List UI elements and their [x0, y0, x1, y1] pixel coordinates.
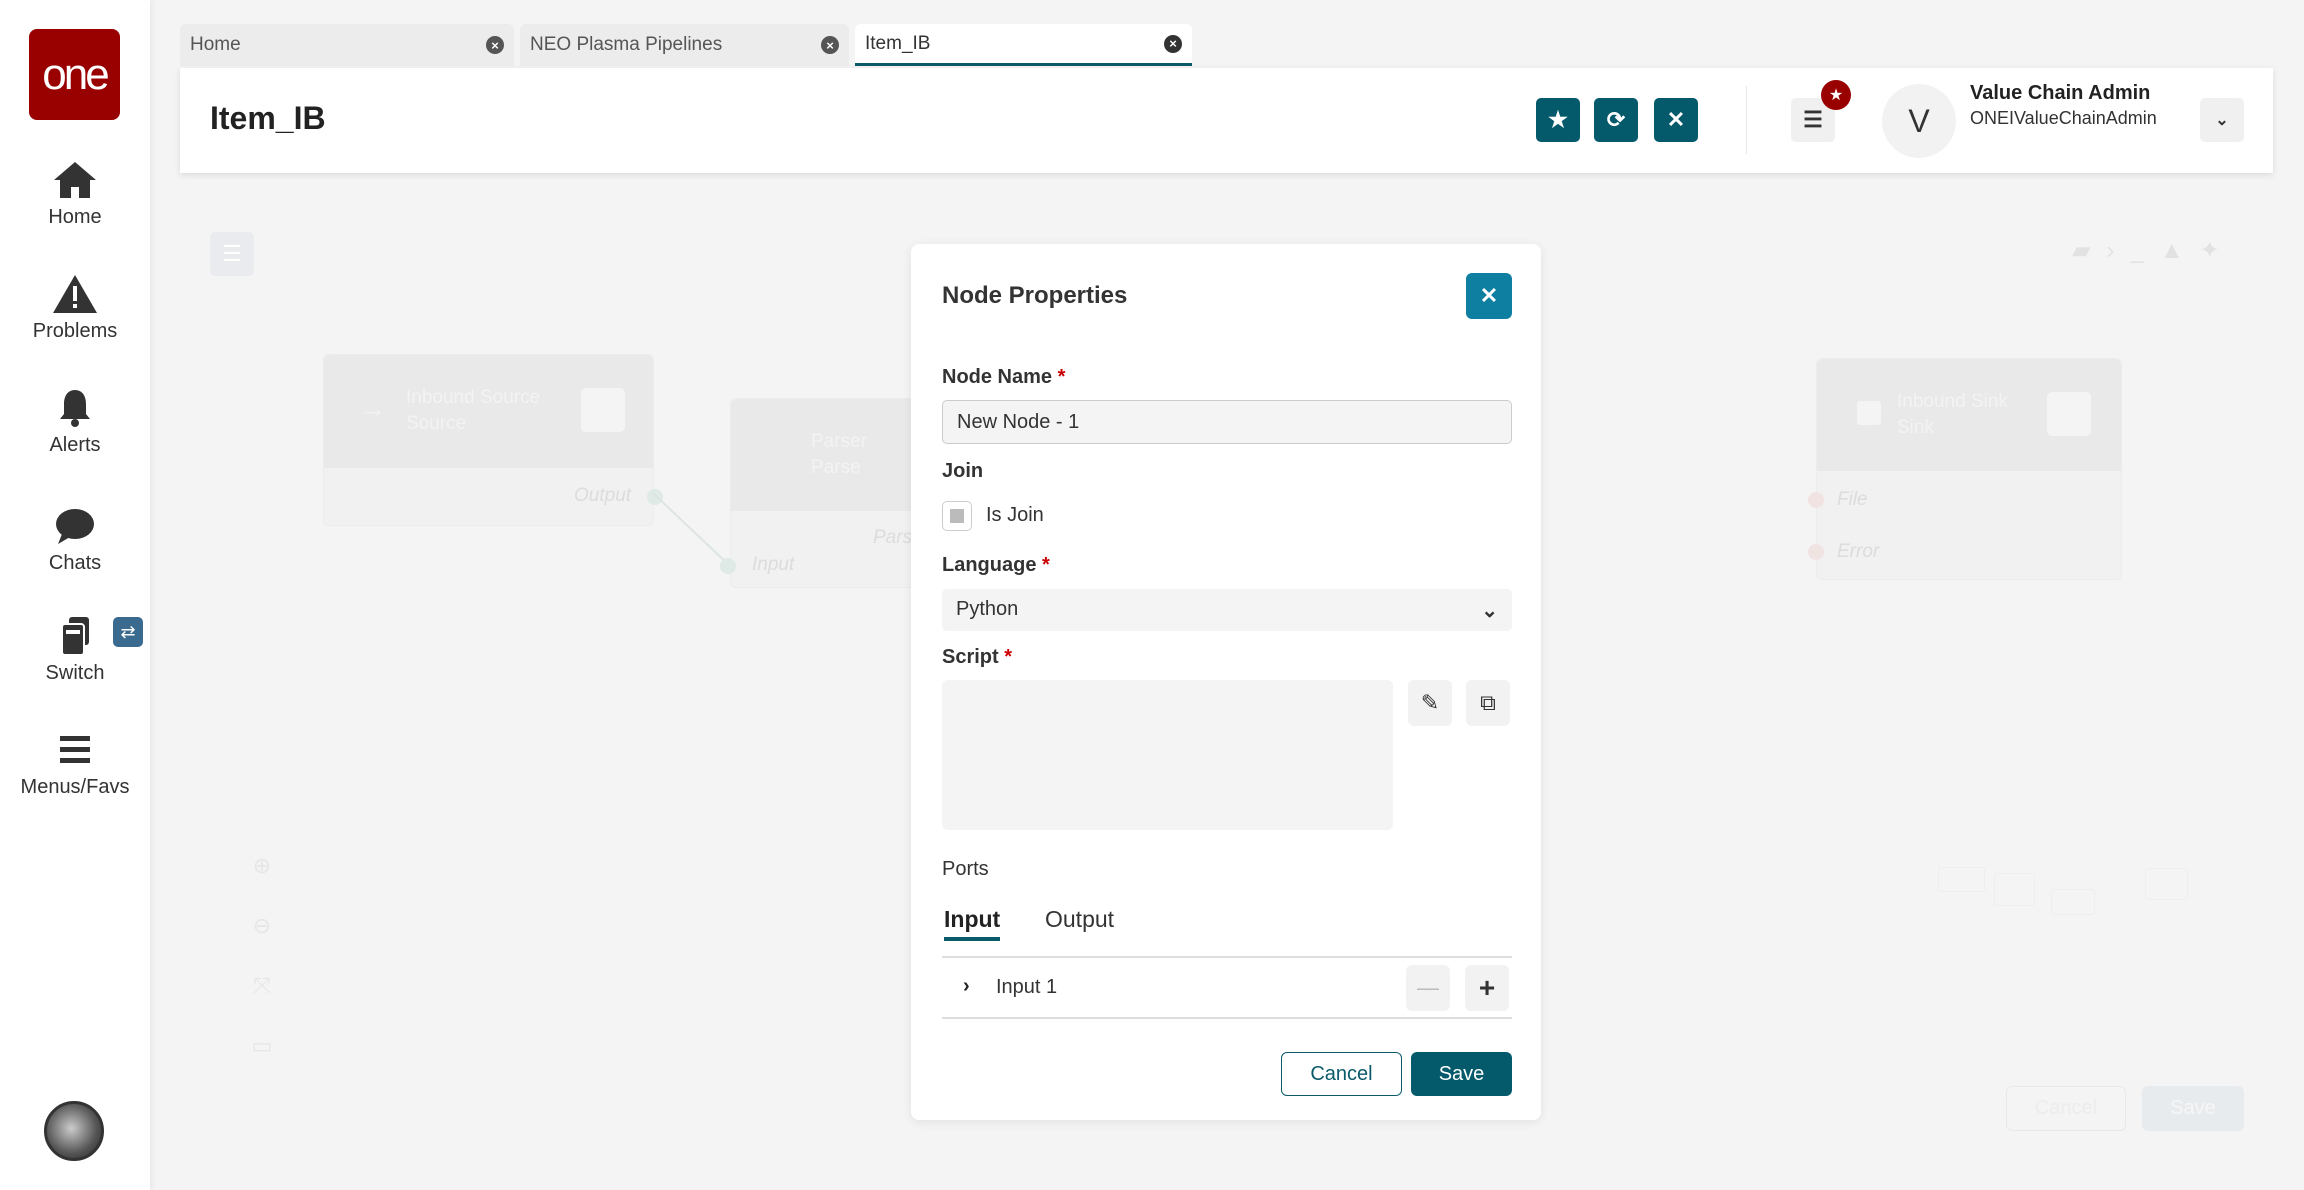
edit-script-button[interactable]: ✎	[1408, 680, 1452, 726]
canvas-save-button[interactable]: Save	[2142, 1086, 2244, 1131]
list-icon: ☰	[222, 241, 242, 266]
language-select[interactable]: Python ⌄	[942, 589, 1512, 631]
tab-output[interactable]: Output	[1045, 906, 1114, 933]
join-label: Join	[942, 460, 984, 482]
minimap-box	[2145, 868, 2188, 900]
sidebar-item-problems[interactable]: Problems	[0, 274, 150, 343]
tab-input[interactable]: Input	[944, 906, 1001, 941]
close-icon: ✕	[1479, 283, 1499, 308]
save-button[interactable]: Save	[1411, 1052, 1512, 1096]
bell-icon	[60, 390, 90, 427]
script-library-button[interactable]: ⧉	[1466, 680, 1510, 726]
avatar[interactable]: V	[1882, 84, 1956, 158]
node-name-label: Node Name *	[942, 366, 1066, 388]
assistant-avatar[interactable]	[44, 1101, 104, 1161]
tab-item-ib[interactable]: Item_IB ×	[855, 24, 1192, 66]
tab-neo-plasma-pipelines[interactable]: NEO Plasma Pipelines ×	[520, 24, 849, 66]
pencil-icon: ✎	[1420, 690, 1440, 715]
divider	[942, 1017, 1512, 1019]
cancel-button[interactable]: Cancel	[1281, 1052, 1402, 1096]
minimap-box	[1994, 873, 2035, 906]
mountain-icon[interactable]: ▲	[2160, 237, 2200, 264]
square-icon	[1857, 401, 1881, 425]
star-icon: ★	[1548, 107, 1568, 132]
close-tab-icon[interactable]: ×	[1164, 34, 1182, 53]
node-menu-button[interactable]	[2047, 392, 2091, 436]
page-title: Item_IB	[210, 100, 326, 136]
favorite-button[interactable]: ★	[1536, 98, 1580, 142]
canvas-node-inbound-source[interactable]: → Inbound Source Source Output	[323, 354, 663, 526]
menu-icon: ☰	[1803, 107, 1823, 132]
user-dropdown-button[interactable]: ⌄	[2200, 98, 2244, 142]
canvas-toolbar[interactable]: ▰›_▲✦	[2072, 236, 2236, 265]
node-menu-button[interactable]	[581, 388, 625, 432]
zoom-controls: ⊕ ⊖ ⤧ ▭	[247, 836, 277, 1076]
script-textarea[interactable]	[942, 680, 1393, 830]
sidebar-item-home[interactable]: Home	[0, 160, 150, 229]
sidebar-item-chats[interactable]: Chats	[0, 506, 150, 575]
page-header: Item_IB ★ ⟳ ✕ ☰ ★ V Value Chain Admin ON…	[180, 68, 2273, 173]
list-toggle-button[interactable]: ☰	[210, 232, 254, 276]
switch-badge[interactable]: ⇄	[113, 617, 143, 647]
chevron-down-icon: ⌄	[2215, 112, 2229, 129]
close-tab-icon[interactable]: ×	[821, 36, 839, 54]
refresh-icon: ⟳	[1606, 107, 1626, 132]
close-icon: ✕	[1666, 107, 1686, 132]
is-join-label: Is Join	[986, 504, 1044, 526]
chevron-down-icon: ⌄	[1481, 600, 1498, 622]
remove-port-button[interactable]: —	[1406, 965, 1450, 1011]
sidebar-item-menus-favs[interactable]: Menus/Favs	[0, 730, 150, 799]
home-icon	[54, 162, 96, 198]
plus-icon: +	[1478, 972, 1496, 1003]
user-name: Value Chain Admin	[1970, 82, 2151, 104]
ports-label: Ports	[942, 858, 989, 880]
dialog-title: Node Properties	[942, 282, 1128, 309]
node-properties-dialog: Node Properties ✕ Node Name * New Node -…	[911, 244, 1541, 1120]
port-item-label: Input 1	[996, 976, 1058, 998]
file-port[interactable]	[1808, 492, 1824, 508]
script-label: Script *	[942, 646, 1013, 668]
favorites-badge-star-icon: ★	[1821, 80, 1851, 110]
fit-icon[interactable]: ⤧	[247, 956, 277, 1016]
minus-icon: —	[1417, 975, 1439, 1000]
divider	[1746, 86, 1747, 154]
language-label: Language *	[942, 554, 1050, 576]
chat-icon	[56, 509, 94, 544]
error-port[interactable]	[1808, 544, 1824, 560]
is-join-checkbox[interactable]	[942, 501, 972, 531]
cubes-icon: ⧉	[1480, 690, 1496, 715]
sidebar: one Home Problems Alerts Chats Switch ⇄ …	[0, 0, 150, 1190]
terminal-icon[interactable]: ›_	[2106, 237, 2159, 264]
input-port[interactable]	[720, 558, 736, 574]
sidebar-item-alerts[interactable]: Alerts	[0, 388, 150, 457]
tab-home[interactable]: Home ×	[180, 24, 514, 66]
warning-icon	[53, 275, 97, 313]
folder-icon[interactable]: ▰	[2072, 237, 2106, 264]
minimap-box	[1938, 867, 1985, 892]
user-id: ONEIValueChainAdmin	[1970, 108, 2157, 128]
minimap-box	[2051, 889, 2095, 915]
dialog-close-button[interactable]: ✕	[1466, 273, 1512, 319]
refresh-button[interactable]: ⟳	[1594, 98, 1638, 142]
unlock-icon[interactable]: ▭	[247, 1016, 277, 1076]
one-logo[interactable]: one	[29, 29, 120, 120]
zoom-in-icon[interactable]: ⊕	[247, 836, 277, 896]
menu-icon	[60, 736, 90, 763]
switch-icon	[61, 617, 89, 656]
zoom-out-icon[interactable]: ⊖	[247, 896, 277, 956]
close-button[interactable]: ✕	[1654, 98, 1698, 142]
node-name-input[interactable]: New Node - 1	[942, 400, 1512, 444]
divider	[942, 956, 1512, 958]
arrow-right-icon: →	[360, 393, 386, 423]
canvas-node-inbound-sink[interactable]: Inbound Sink Sink File Error	[1816, 358, 2122, 580]
run-icon[interactable]: ✦	[2200, 237, 2236, 264]
add-port-button[interactable]: +	[1465, 965, 1509, 1011]
close-tab-icon[interactable]: ×	[486, 36, 504, 54]
chevron-right-icon[interactable]: ›	[963, 975, 970, 998]
canvas-cancel-button[interactable]: Cancel	[2006, 1086, 2126, 1131]
